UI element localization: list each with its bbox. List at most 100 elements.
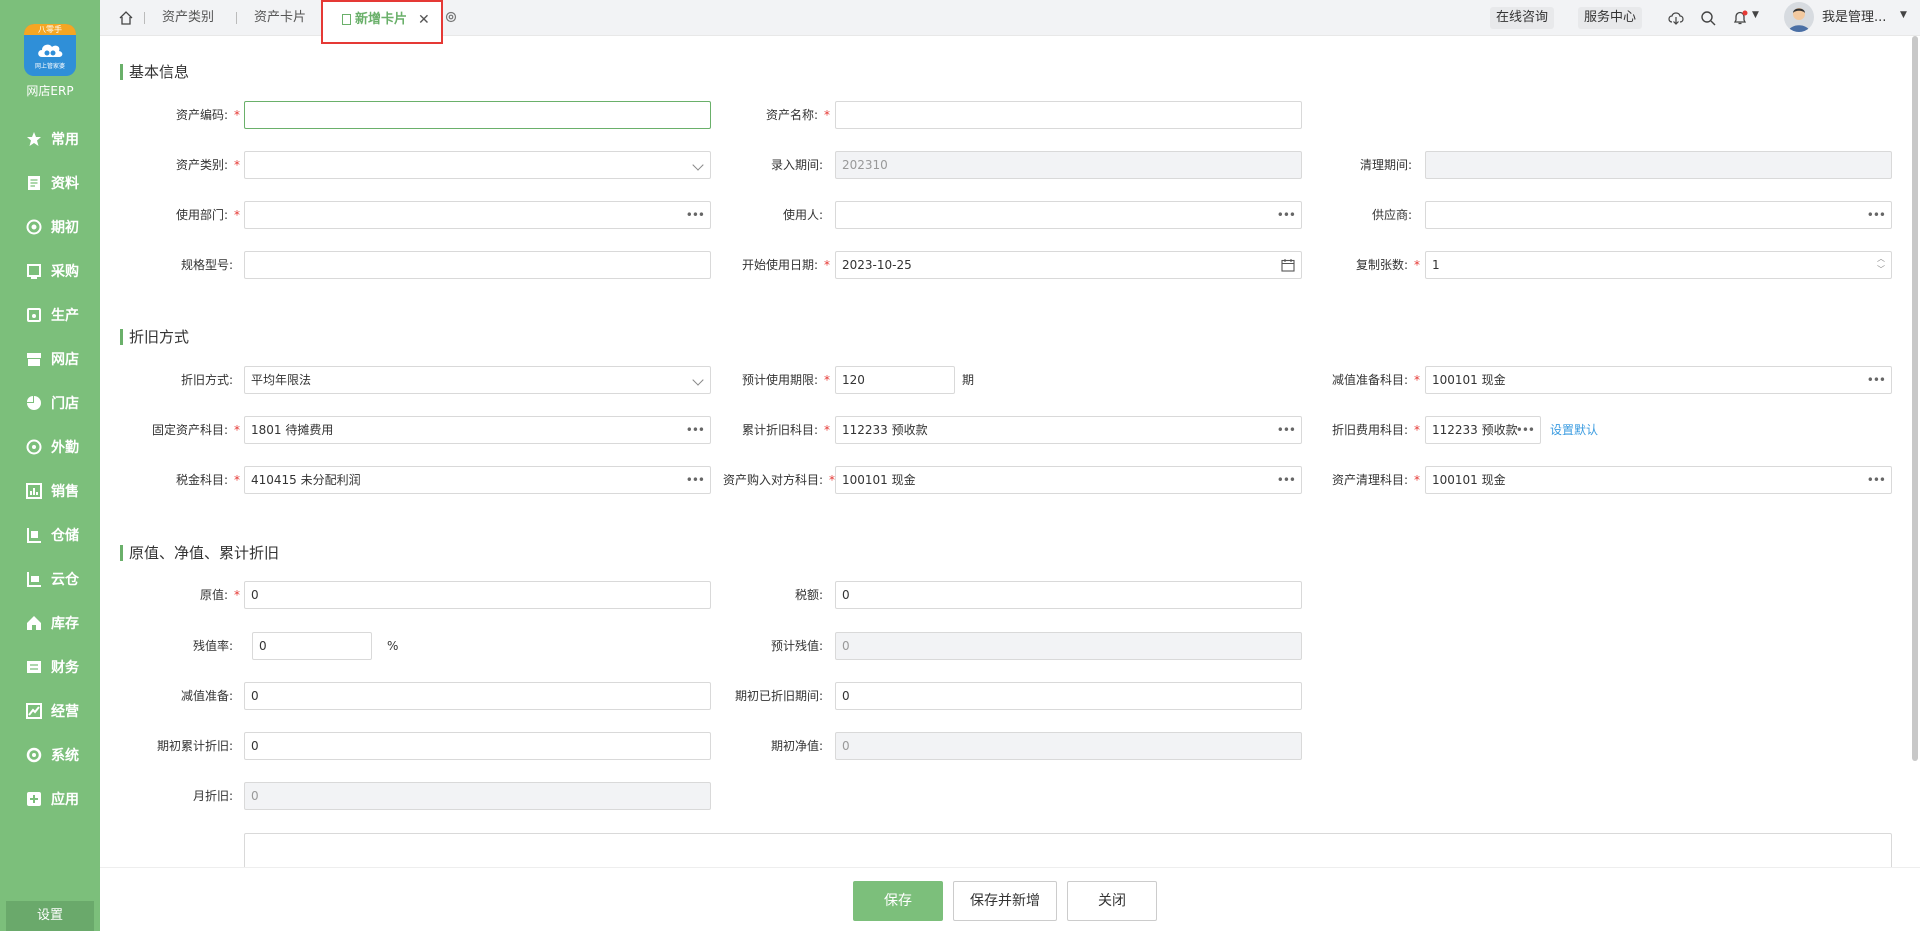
tab-separator: [236, 12, 237, 24]
chevron-down-icon[interactable]: ▼: [1752, 10, 1759, 20]
sidebar-item-label: 销售: [51, 484, 79, 500]
sidebar-item-7[interactable]: 外勤: [0, 425, 100, 469]
sidebar-item-label: 资料: [51, 176, 79, 192]
asset-clear-account-input[interactable]: 100101 现金 •••: [1425, 466, 1892, 494]
close-button[interactable]: 关闭: [1067, 881, 1157, 921]
more-icon[interactable]: •••: [1516, 417, 1535, 443]
start-date-input[interactable]: 2023-10-25: [835, 251, 1302, 279]
page-icon: [342, 14, 351, 25]
user-name[interactable]: 我是管理...: [1822, 0, 1886, 36]
section-basic-info: 基本信息: [120, 64, 189, 80]
init-accum-label: 期初累计折旧:: [156, 739, 233, 753]
tab-settings-gear-icon[interactable]: [444, 10, 458, 24]
set-default-link[interactable]: 设置默认: [1550, 416, 1598, 444]
asset-name-input[interactable]: [835, 101, 1302, 129]
plus-box-icon: [27, 792, 41, 806]
start-date-label: 开始使用日期: *: [741, 258, 830, 272]
sidebar: 八零手 网上管家婆 网店ERP 常用 资料 期初 采购 生产 网店 门店 外勤 销售 仓储 云仓 库存…: [0, 0, 100, 931]
sidebar-item-5[interactable]: 网店: [0, 337, 100, 381]
entry-period-input: 202310: [835, 151, 1302, 179]
impairment-account-label: 减值准备科目: *: [1331, 373, 1420, 387]
house-icon: [27, 616, 41, 630]
section-depreciation: 折旧方式: [120, 329, 189, 345]
impairment-label: 减值准备:: [180, 689, 233, 703]
department-input[interactable]: •••: [244, 201, 711, 229]
more-icon[interactable]: •••: [1867, 467, 1886, 493]
sidebar-item-8[interactable]: 销售: [0, 469, 100, 513]
tab-asset-category[interactable]: 资产类别: [162, 0, 214, 36]
avatar[interactable]: [1784, 2, 1814, 32]
tab-asset-card[interactable]: 资产卡片: [254, 0, 306, 36]
tax-account-input[interactable]: 410415 未分配利润 •••: [244, 466, 711, 494]
more-icon[interactable]: •••: [1867, 202, 1886, 228]
shop-icon: [27, 353, 41, 366]
sidebar-item-10[interactable]: 云仓: [0, 557, 100, 601]
sidebar-item-3[interactable]: 采购: [0, 249, 100, 293]
user-input[interactable]: •••: [835, 201, 1302, 229]
save-button[interactable]: 保存: [853, 881, 943, 921]
tax-amount-input[interactable]: 0: [835, 581, 1302, 609]
sidebar-item-1[interactable]: 资料: [0, 161, 100, 205]
home-icon[interactable]: [118, 10, 134, 26]
impairment-input[interactable]: 0: [244, 682, 711, 710]
fixed-asset-account-input[interactable]: 1801 待摊费用 •••: [244, 416, 711, 444]
init-accum-input[interactable]: 0: [244, 732, 711, 760]
depr-expense-account-input[interactable]: 112233 预收款 •••: [1425, 416, 1541, 444]
more-icon[interactable]: •••: [1867, 367, 1886, 393]
spec-input[interactable]: [244, 251, 711, 279]
residual-rate-input[interactable]: 0: [252, 632, 372, 660]
sidebar-item-15[interactable]: 应用: [0, 777, 100, 821]
cloud-download-icon[interactable]: [1668, 10, 1684, 26]
supplier-input[interactable]: •••: [1425, 201, 1892, 229]
user-menu-chevron-icon[interactable]: ▼: [1900, 10, 1907, 20]
sidebar-item-2[interactable]: 期初: [0, 205, 100, 249]
scrollbar[interactable]: [1912, 36, 1918, 761]
search-icon[interactable]: [1700, 10, 1716, 26]
sidebar-item-label: 网店: [51, 352, 79, 368]
copies-label: 复制张数: *: [1355, 258, 1420, 272]
sidebar-item-11[interactable]: 库存: [0, 601, 100, 645]
sidebar-item-12[interactable]: 财务: [0, 645, 100, 689]
department-label: 使用部门: *: [175, 208, 240, 222]
residual-rate-label: 残值率:: [192, 639, 233, 653]
asset-category-select[interactable]: [244, 151, 711, 179]
sidebar-item-label: 外勤: [51, 440, 79, 456]
init-periods-input[interactable]: 0: [835, 682, 1302, 710]
sidebar-item-6[interactable]: 门店: [0, 381, 100, 425]
fixed-asset-account-label: 固定资产科目: *: [151, 423, 240, 437]
close-tab-icon[interactable]: ✕: [418, 2, 430, 38]
accum-depr-account-input[interactable]: 112233 预收款 •••: [835, 416, 1302, 444]
impairment-account-input[interactable]: 100101 现金 •••: [1425, 366, 1892, 394]
tax-account-label: 税金科目: *: [175, 473, 240, 487]
sidebar-item-9[interactable]: 仓储: [0, 513, 100, 557]
service-center-button[interactable]: 服务中心: [1578, 7, 1643, 29]
app-logo[interactable]: 八零手 网上管家婆: [24, 24, 76, 76]
online-consult-button[interactable]: 在线咨询: [1490, 7, 1555, 29]
stepper-arrows-icon[interactable]: ︿ ﹀: [1877, 253, 1885, 275]
sidebar-item-14[interactable]: 系统: [0, 733, 100, 777]
save-and-new-button[interactable]: 保存并新增: [953, 881, 1057, 921]
useful-life-label: 预计使用期限: *: [741, 373, 830, 387]
logo-subtitle: 网上管家婆: [34, 63, 65, 70]
factory-icon: [27, 308, 41, 322]
sidebar-item-label: 应用: [51, 792, 79, 808]
purchase-counter-account-input[interactable]: 100101 现金 •••: [835, 466, 1302, 494]
sidebar-item-label: 系统: [51, 748, 79, 764]
gear-icon: [26, 747, 42, 763]
original-value-input[interactable]: 0: [244, 581, 711, 609]
sidebar-item-label: 仓储: [51, 528, 79, 544]
depr-method-select[interactable]: 平均年限法: [244, 366, 711, 394]
user-label: 使用人:: [782, 208, 823, 222]
spec-label: 规格型号:: [180, 258, 233, 272]
cloud-icon: [38, 44, 63, 57]
sidebar-item-13[interactable]: 经营: [0, 689, 100, 733]
sidebar-item-0[interactable]: 常用: [0, 117, 100, 161]
bell-icon[interactable]: [1732, 10, 1748, 26]
remark-textarea[interactable]: [244, 833, 1892, 867]
copies-stepper[interactable]: 1 ︿ ﹀: [1425, 251, 1892, 279]
logo-ribbon: 八零手: [24, 24, 76, 35]
settings-button[interactable]: 设置: [6, 901, 94, 931]
asset-code-input[interactable]: [244, 101, 711, 129]
sidebar-item-4[interactable]: 生产: [0, 293, 100, 337]
useful-life-input[interactable]: 120: [835, 366, 955, 394]
